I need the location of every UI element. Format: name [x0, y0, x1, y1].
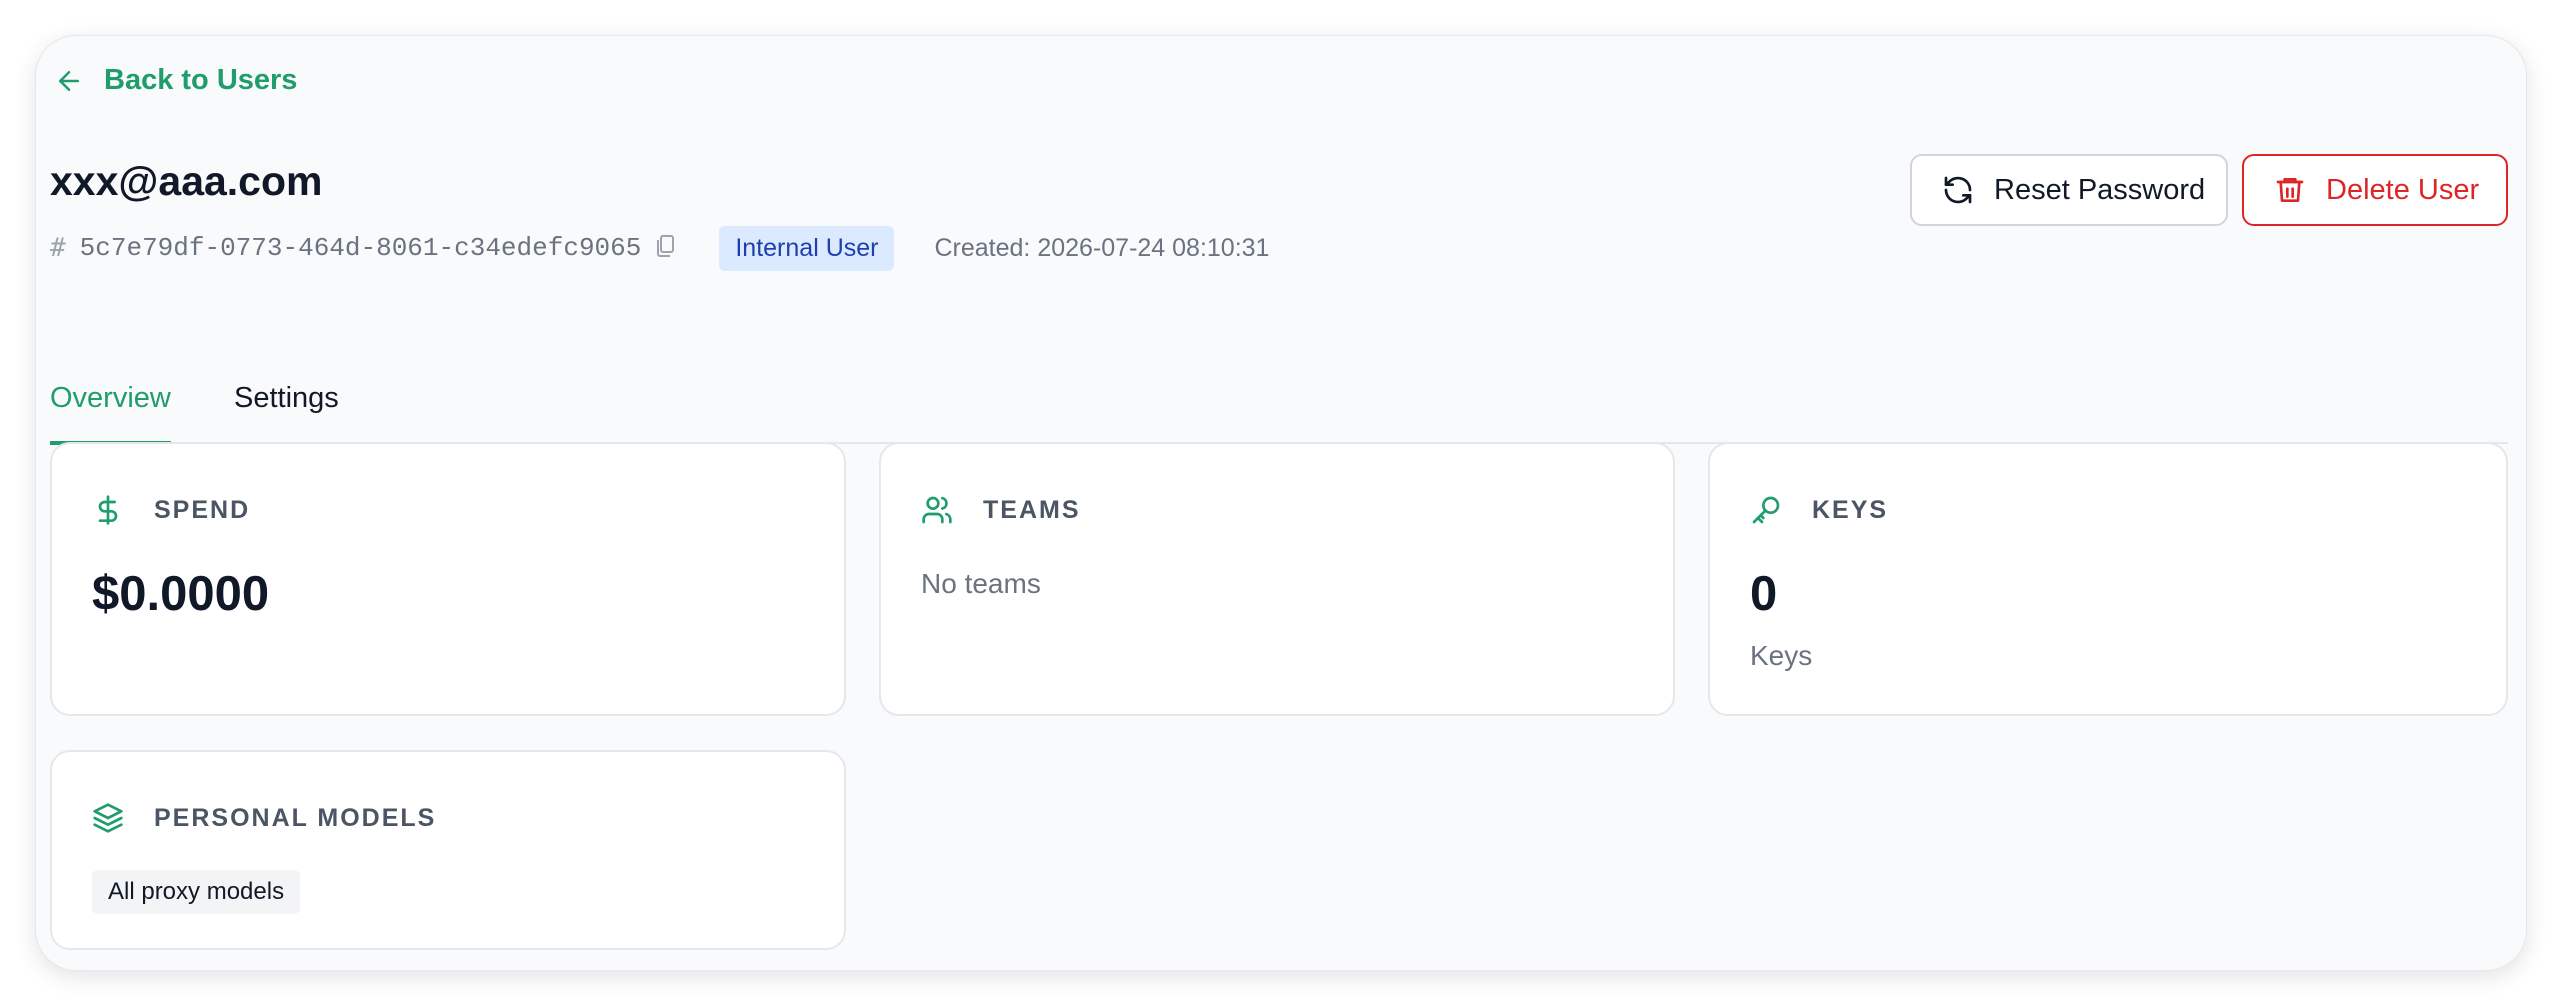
layers-icon: [93, 803, 123, 833]
delete-user-label: Delete User: [2326, 173, 2480, 206]
tab-bar: Overview Settings: [50, 346, 2508, 445]
trash-icon: [2276, 178, 2304, 202]
spend-card-header: SPEND: [92, 494, 250, 526]
keys-card: KEYS 0 Keys: [1708, 442, 2508, 716]
delete-user-button[interactable]: Delete User: [2242, 154, 2508, 226]
teams-card-header: TEAMS: [921, 494, 1081, 526]
spend-value: $0.0000: [92, 567, 270, 621]
keys-sub-label: Keys: [1750, 640, 1813, 671]
created-timestamp: Created: 2026-07-24 08:10:31: [934, 233, 1270, 262]
user-id: 5c7e79df-0773-464d-8061-c34edefc9065: [79, 233, 642, 263]
copy-icon[interactable]: [655, 234, 679, 262]
back-label: Back to Users: [104, 64, 298, 96]
keys-label: KEYS: [1812, 495, 1889, 524]
reset-password-button[interactable]: Reset Password: [1910, 154, 2228, 226]
reset-password-label: Reset Password: [1994, 173, 2206, 206]
users-icon: [922, 496, 952, 524]
keys-count: 0: [1750, 567, 1778, 621]
teams-label: TEAMS: [983, 495, 1081, 524]
personal-models-card-header: PERSONAL MODELS: [92, 802, 436, 834]
no-teams-text: No teams: [921, 568, 1041, 599]
key-icon: [1752, 496, 1780, 524]
back-to-users-link[interactable]: Back to Users: [54, 64, 297, 97]
personal-models-label: PERSONAL MODELS: [154, 803, 437, 832]
role-badge: Internal User: [719, 225, 895, 271]
model-tag: All proxy models: [92, 870, 301, 914]
hash-icon: #: [50, 233, 66, 263]
keys-card-header: KEYS: [1750, 494, 1888, 526]
spend-label: SPEND: [154, 495, 251, 524]
personal-models-card: PERSONAL MODELS All proxy models: [50, 750, 846, 950]
tab-overview[interactable]: Overview: [50, 382, 171, 445]
dollar-icon: [98, 495, 118, 525]
user-detail-window: Back to Users xxx@aaa.com # 5c7e79df-077…: [36, 36, 2526, 970]
refresh-icon: [1944, 176, 1972, 204]
user-email-title: xxx@aaa.com: [50, 158, 323, 204]
spend-card: SPEND $0.0000: [50, 442, 846, 716]
user-meta-row: # 5c7e79df-0773-464d-8061-c34edefc9065 I…: [50, 225, 1270, 271]
tab-settings[interactable]: Settings: [234, 382, 339, 441]
arrow-left-icon: [59, 70, 79, 91]
teams-card: TEAMS No teams: [879, 442, 1675, 716]
